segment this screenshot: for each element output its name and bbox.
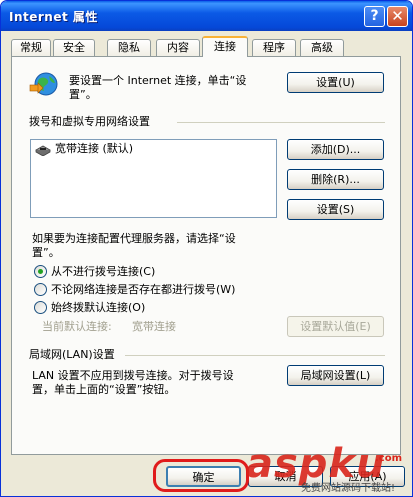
lan-separator: [125, 355, 385, 356]
option-dial-whenever-label[interactable]: 不论网络连接是否存在都进行拨号(W): [51, 283, 235, 297]
radio-dial-whenever[interactable]: [34, 283, 47, 296]
option-never-dial-label[interactable]: 从不进行拨号连接(C): [51, 265, 155, 279]
help-button[interactable]: ?: [364, 6, 385, 27]
proxy-note-line2: 置”。: [32, 246, 60, 259]
lan-text-line2: 置，单击上面的“设置”按钮。: [32, 383, 176, 396]
remove-connection-button[interactable]: 删除(R)...: [287, 169, 384, 190]
watermark-tagline: 免费网站源码下载站!: [301, 483, 396, 494]
connection-settings-button[interactable]: 设置(S): [287, 199, 384, 220]
connection-item[interactable]: 宽带连接 (默认): [55, 142, 133, 156]
lan-text-line1: LAN 设置不应用到拨号连接。对于拨号设: [32, 369, 234, 382]
setup-text-line2: 置”。: [69, 88, 97, 101]
tab-programs[interactable]: 程序: [252, 39, 296, 56]
ok-button-highlight: [153, 459, 249, 492]
title-bar[interactable]: Internet 属性 ? ✕: [1, 1, 412, 31]
internet-properties-window: Internet 属性 ? ✕ 常规 安全 隐私 内容 连接 程序 高级 要设置…: [0, 0, 413, 497]
watermark-suffix: .com: [375, 453, 403, 464]
tab-advanced[interactable]: 高级: [300, 39, 344, 56]
connections-listbox[interactable]: 宽带连接 (默认): [30, 139, 277, 218]
set-default-button[interactable]: 设置默认值(E): [287, 316, 384, 337]
tab-privacy[interactable]: 隐私: [107, 39, 151, 56]
dialup-separator: [177, 122, 385, 123]
globe-connection-icon: [29, 72, 58, 96]
radio-never-dial[interactable]: [34, 265, 47, 278]
close-button[interactable]: ✕: [387, 6, 408, 27]
dialup-group-label: 拨号和虚拟专用网络设置: [29, 115, 150, 128]
window-title: Internet 属性: [9, 10, 98, 24]
lan-settings-button[interactable]: 局域网设置(L): [287, 365, 384, 386]
current-default-label: 当前默认连接:: [42, 320, 112, 333]
tab-connections[interactable]: 连接: [202, 36, 248, 57]
add-connection-button[interactable]: 添加(D)...: [287, 139, 384, 160]
proxy-note-line1: 如果要为连接配置代理服务器，请选择“设: [32, 232, 236, 245]
setup-text-line1: 要设置一个 Internet 连接，单击“设: [69, 74, 247, 87]
setup-button[interactable]: 设置(U): [287, 72, 384, 93]
tab-content[interactable]: 内容: [156, 39, 200, 56]
option-always-dial-default-label[interactable]: 始终拨默认连接(O): [51, 301, 145, 315]
dialup-connection-icon: [35, 145, 51, 156]
tab-general[interactable]: 常规: [11, 39, 51, 56]
tab-security[interactable]: 安全: [53, 39, 95, 56]
radio-always-dial-default[interactable]: [34, 301, 47, 314]
lan-group-label: 局域网(LAN)设置: [29, 348, 115, 361]
current-default-value: 宽带连接: [132, 320, 176, 333]
